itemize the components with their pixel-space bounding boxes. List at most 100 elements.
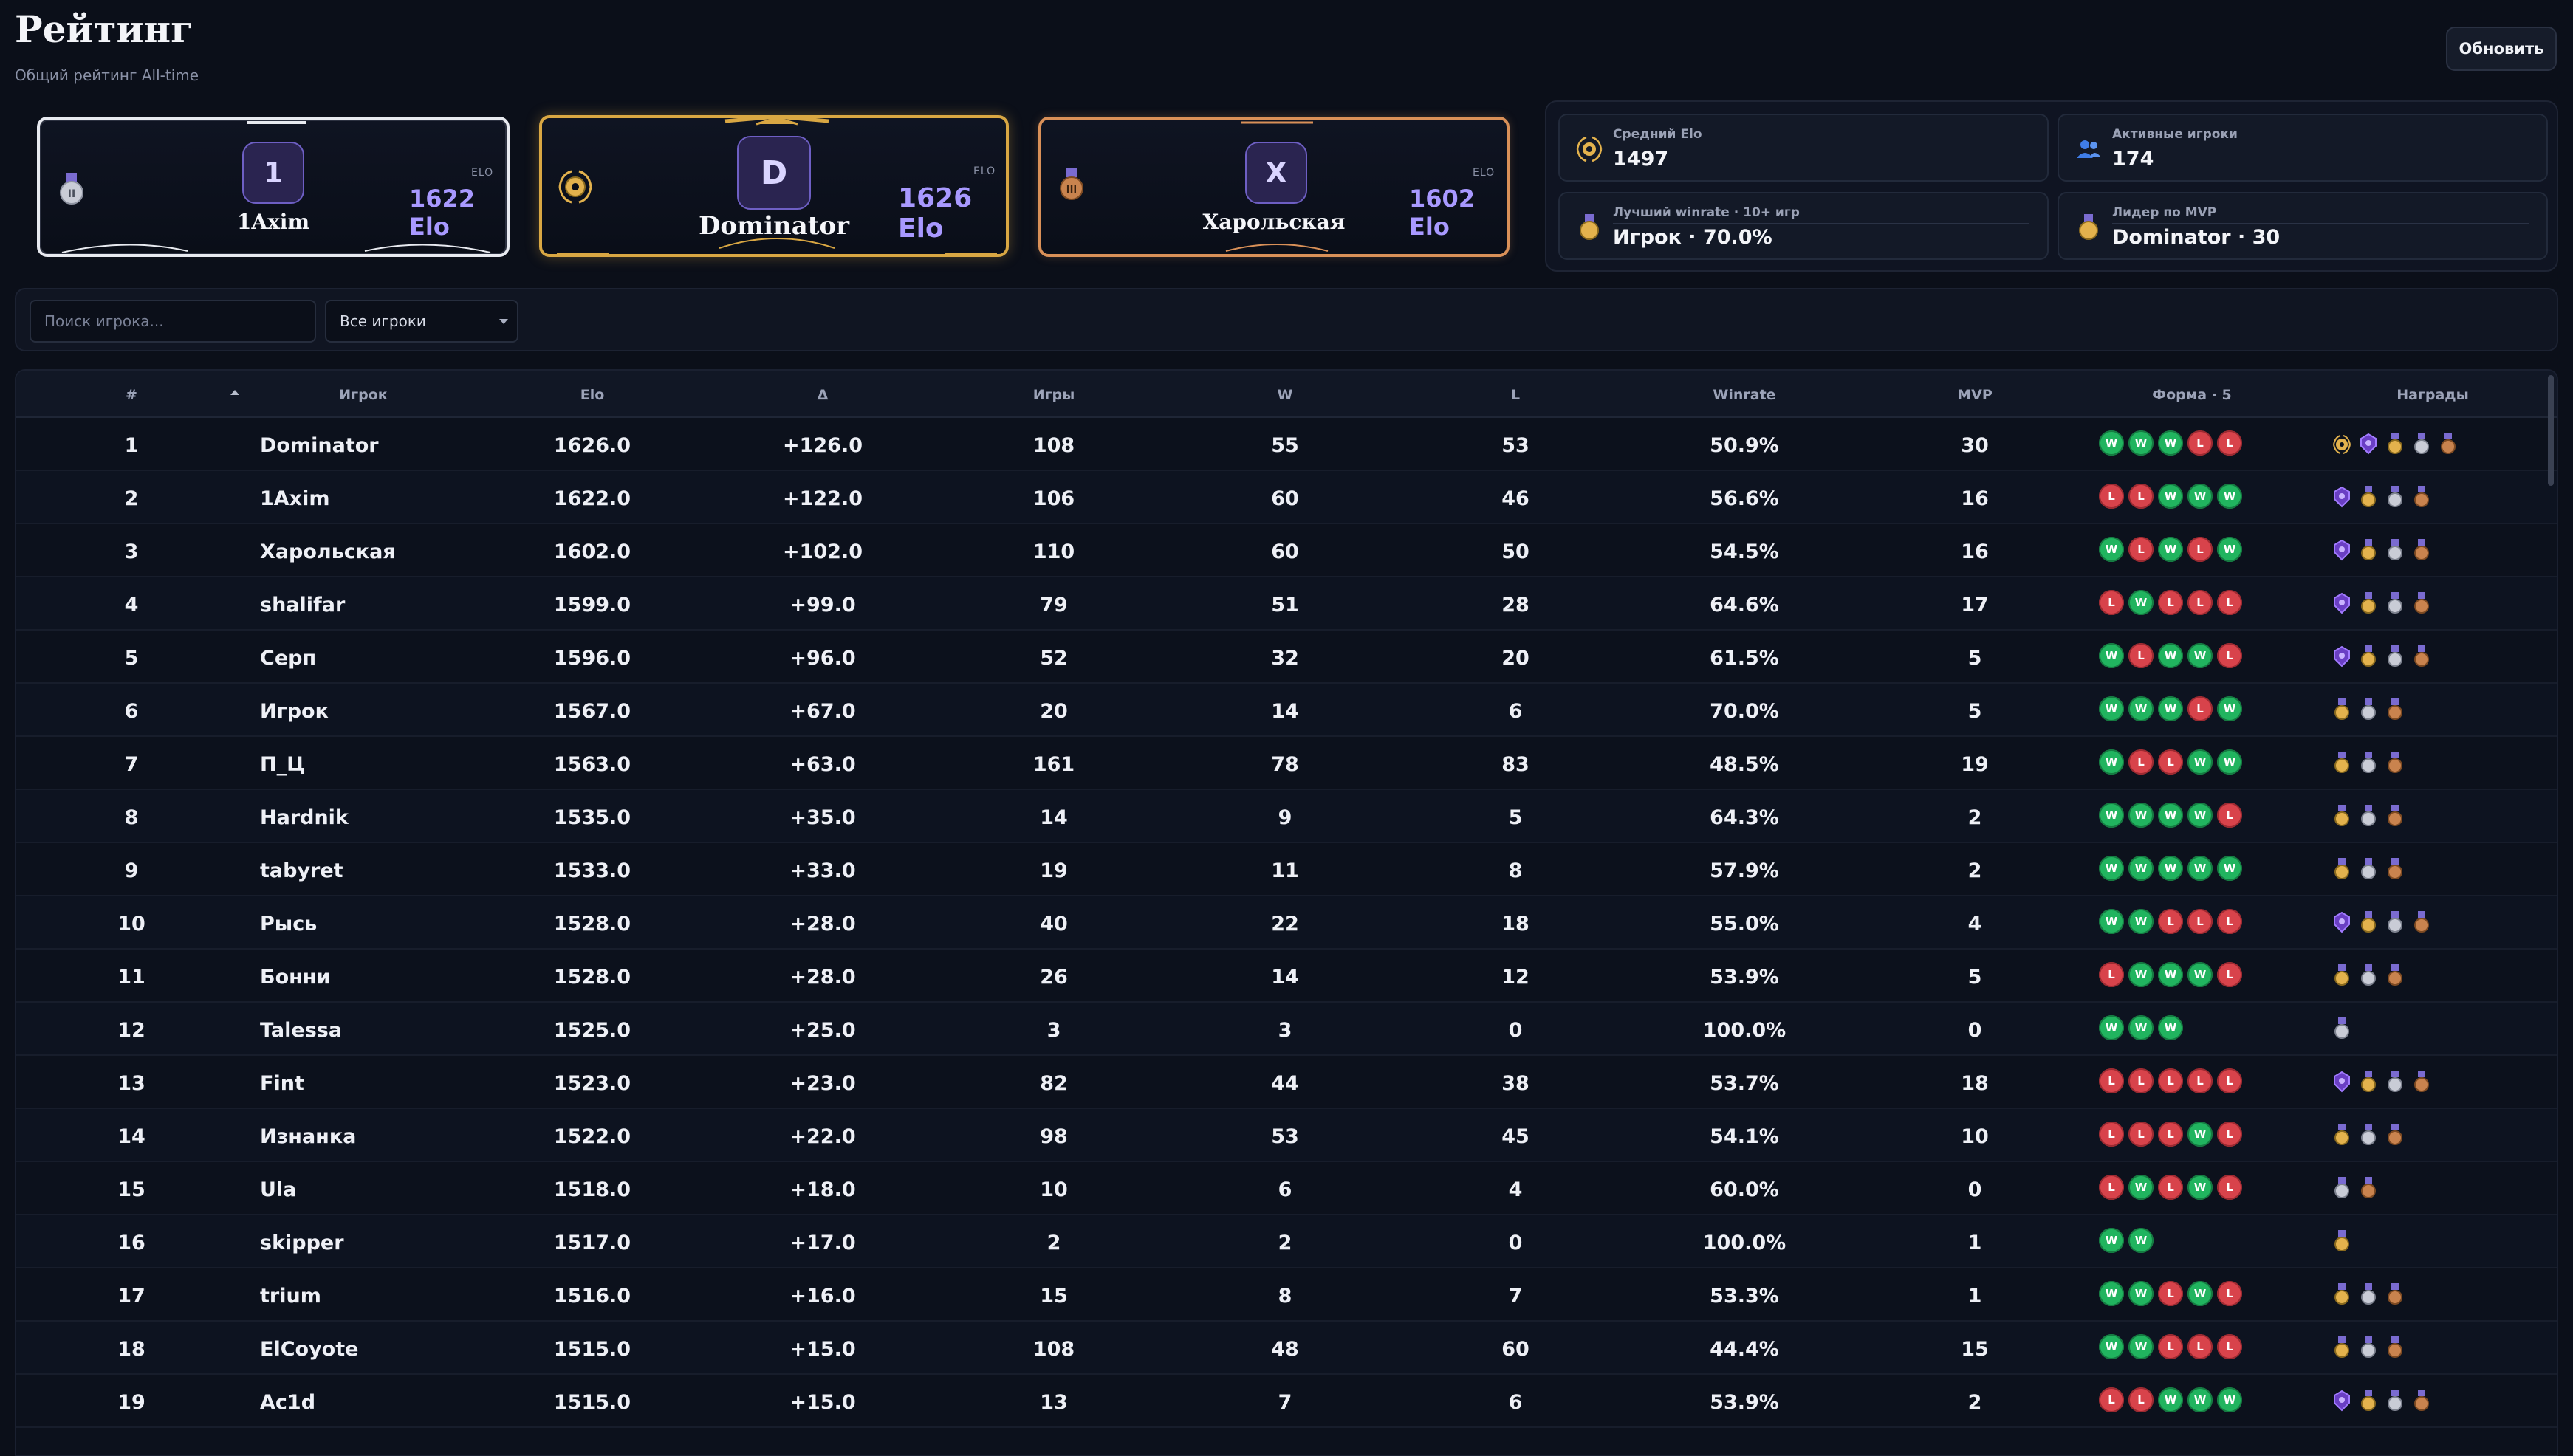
chevron-down-icon	[499, 319, 508, 324]
form-pill: W	[2187, 643, 2213, 668]
cell-player-name[interactable]: Ula	[260, 1178, 296, 1201]
refresh-button[interactable]: Обновить	[2446, 27, 2557, 71]
table-row[interactable]: 11 Бонни 1528.0 +28.0 26 14 12 53.9% 5 L W W W L	[16, 950, 2557, 1003]
award-gold-icon	[2359, 911, 2378, 936]
form-pill: W	[2158, 856, 2183, 881]
form-pill: L	[2217, 1175, 2242, 1200]
form-pill: W	[2099, 1015, 2124, 1040]
column-header-losses[interactable]: L	[1511, 387, 1520, 403]
table-row[interactable]: 5 Серп 1596.0 +96.0 52 32 20 61.5% 5 W L W W L	[16, 631, 2557, 684]
award-silver-icon	[2359, 964, 2378, 989]
cell-winrate: 50.9%	[1710, 434, 1779, 457]
cell-player-name[interactable]: shalifar	[260, 594, 345, 617]
search-input[interactable]	[30, 300, 316, 343]
table-row[interactable]: 17 trium 1516.0 +16.0 15 8 7 53.3% 1 W W L W L	[16, 1268, 2557, 1322]
column-header-delta[interactable]: Δ	[818, 387, 829, 403]
award-purple-icon	[2332, 539, 2351, 564]
cell-games: 106	[1032, 487, 1075, 510]
form-pill: W	[2099, 643, 2124, 668]
table-row[interactable]: 3 Харольская 1602.0 +102.0 110 60 50 54.5% 16 W L W…	[16, 524, 2557, 577]
award-bronze-icon	[2412, 1071, 2431, 1096]
cell-l: 50	[1501, 540, 1529, 563]
cell-player-name[interactable]: Fint	[260, 1072, 304, 1095]
form-pill: W	[2099, 856, 2124, 881]
table-row[interactable]: 12 Talessa 1525.0 +25.0 3 3 0 100.0% 0 W W W	[16, 1003, 2557, 1056]
form-pill: L	[2099, 1068, 2124, 1093]
cell-elo: 1622.0	[553, 487, 631, 510]
awards-list	[2332, 1124, 2405, 1149]
cell-player-name[interactable]: trium	[260, 1285, 321, 1308]
cell-w: 55	[1271, 434, 1299, 457]
player-avatar: 1	[242, 142, 304, 204]
table-row[interactable]: 16 skipper 1517.0 +17.0 2 2 0 100.0% 1 W W	[16, 1215, 2557, 1268]
table-row[interactable]: 8 Hardnik 1535.0 +35.0 14 9 5 64.3% 2 W W W W L	[16, 790, 2557, 843]
table-row[interactable]: 15 Ula 1518.0 +18.0 10 6 4 60.0% 0 L W L W L	[16, 1162, 2557, 1215]
column-header-wins[interactable]: W	[1278, 387, 1293, 403]
cell-player-name[interactable]: tabyret	[260, 859, 343, 882]
form-pill: L	[2099, 1175, 2124, 1200]
award-gold-icon	[2332, 1230, 2351, 1255]
cell-w: 2	[1278, 1232, 1292, 1254]
table-row[interactable]: 10 Рысь 1528.0 +28.0 40 22 18 55.0% 4 W W L L L	[16, 896, 2557, 950]
column-header-elo[interactable]: Elo	[580, 387, 605, 403]
podium-card-second[interactable]: II 1 1Axim ELO 1622 Elo	[37, 117, 510, 257]
awards-list	[2332, 911, 2431, 936]
cell-player-name[interactable]: Talessa	[260, 1019, 342, 1042]
column-header-games[interactable]: Игры	[1033, 387, 1075, 403]
form-pills: LWWWL	[2099, 962, 2242, 987]
player-filter-select[interactable]: Все игроки	[325, 300, 518, 343]
cell-delta: +99.0	[789, 594, 856, 617]
form-pill: L	[2187, 590, 2213, 615]
cell-winrate: 70.0%	[1710, 700, 1779, 723]
column-header-player[interactable]: Игрок	[339, 387, 387, 403]
column-header-winrate[interactable]: Winrate	[1713, 387, 1775, 403]
cell-player-name[interactable]: Dominator	[260, 434, 379, 457]
podium-card-first[interactable]: D Dominator ELO 1626 Elo	[539, 115, 1009, 257]
form-pill: W	[2128, 1175, 2154, 1200]
form-pill: W	[2099, 430, 2124, 456]
page-subtitle: Общий рейтинг All-time	[15, 66, 199, 84]
svg-text:III: III	[1066, 185, 1077, 196]
award-bronze-icon	[2439, 433, 2458, 458]
scrollbar[interactable]	[2548, 375, 2554, 486]
cell-player-name[interactable]: П_Ц	[260, 753, 305, 776]
stat-best-winrate: Лучший winrate · 10+ игр Игрок · 70.0%	[1558, 192, 2049, 260]
table-row[interactable]: 19 Ac1d 1515.0 +15.0 13 7 6 53.9% 2 L L W W W	[16, 1375, 2557, 1428]
table-row[interactable]: 7 П_Ц 1563.0 +63.0 161 78 83 48.5% 19 W L L W W	[16, 737, 2557, 790]
cell-player-name[interactable]: skipper	[260, 1232, 344, 1254]
table-row[interactable]: 9 tabyret 1533.0 +33.0 19 11 8 57.9% 2 W W W W W	[16, 843, 2557, 896]
table-row[interactable]: 2 1Axim 1622.0 +122.0 106 60 46 56.6% 16 L L W W W	[16, 471, 2557, 524]
column-header-rank[interactable]: #	[126, 387, 137, 403]
cell-l: 6	[1508, 1391, 1523, 1414]
form-pills: LWLLL	[2099, 590, 2242, 615]
form-pill: L	[2217, 430, 2242, 456]
cell-mvp: 15	[1961, 1338, 1989, 1361]
table-row[interactable]: 6 Игрок 1567.0 +67.0 20 14 6 70.0% 5 W W W L W	[16, 684, 2557, 737]
award-silver-icon	[2359, 698, 2378, 724]
table-row[interactable]: 4 shalifar 1599.0 +99.0 79 51 28 64.6% 17 L W L L L	[16, 577, 2557, 631]
bronze-medal-icon: III	[1060, 168, 1083, 200]
cell-mvp: 2	[1967, 806, 1982, 829]
cell-player-name[interactable]: Рысь	[260, 913, 317, 935]
cell-player-name[interactable]: Ac1d	[260, 1391, 315, 1414]
cell-player-name[interactable]: Бонни	[260, 966, 330, 989]
column-header-mvp[interactable]: MVP	[1957, 387, 1993, 403]
podium-card-third[interactable]: III X Харольская ELO 1602 Elo	[1038, 117, 1510, 257]
cell-player-name[interactable]: Игрок	[260, 700, 329, 723]
sort-up-icon[interactable]	[230, 390, 239, 395]
cell-player-name[interactable]: 1Axim	[260, 487, 330, 510]
award-gold-icon	[2332, 752, 2351, 777]
table-row[interactable]: 18 ElCoyote 1515.0 +15.0 108 48 60 44.4% 15 W W L L L	[16, 1322, 2557, 1375]
cell-player-name[interactable]: Харольская	[260, 540, 396, 563]
cell-player-name[interactable]: Серп	[260, 647, 316, 670]
awards-list	[2332, 486, 2431, 511]
cell-w: 60	[1271, 540, 1299, 563]
form-pills: WWWWW	[2099, 856, 2242, 881]
table-row[interactable]: 1 Dominator 1626.0 +126.0 108 55 53 50.9% 30 W W W L…	[16, 418, 2557, 471]
award-purple-icon	[2332, 1390, 2351, 1415]
table-row[interactable]: 13 Fint 1523.0 +23.0 82 44 38 53.7% 18 L L L L L	[16, 1056, 2557, 1109]
table-row[interactable]: 14 Изнанка 1522.0 +22.0 98 53 45 54.1% 10 L L L W L	[16, 1109, 2557, 1162]
cell-player-name[interactable]: ElCoyote	[260, 1338, 358, 1361]
cell-player-name[interactable]: Изнанка	[260, 1125, 356, 1148]
cell-player-name[interactable]: Hardnik	[260, 806, 349, 829]
